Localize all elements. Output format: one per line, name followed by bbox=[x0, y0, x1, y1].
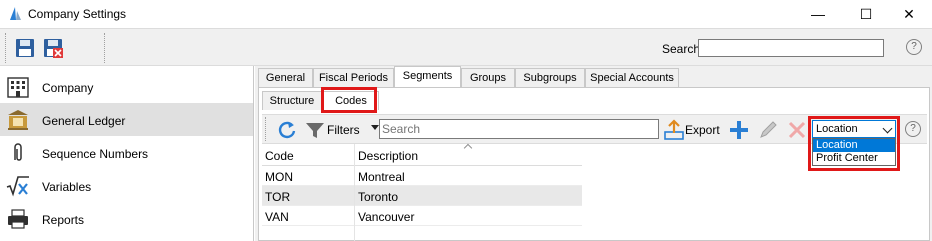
save-icon[interactable] bbox=[14, 37, 36, 59]
filters-dropdown-icon[interactable] bbox=[371, 125, 379, 130]
table-row[interactable]: TOR Toronto bbox=[262, 186, 582, 206]
sidebar-item-label: Variables bbox=[42, 180, 92, 194]
cell-code: VAN bbox=[265, 210, 289, 224]
toolbar-grip bbox=[5, 33, 7, 63]
cell-description: Toronto bbox=[358, 190, 399, 204]
grid-search-input[interactable] bbox=[379, 119, 659, 139]
table-row[interactable]: VAN Vancouver bbox=[262, 206, 582, 226]
content-area: General Fiscal Periods Segments Groups S… bbox=[255, 66, 932, 241]
toolbar-grip bbox=[265, 117, 267, 141]
add-icon[interactable] bbox=[728, 119, 750, 141]
tab-subgroups[interactable]: Subgroups bbox=[515, 68, 585, 88]
subtab-structure[interactable]: Structure bbox=[262, 91, 322, 110]
ledger-icon bbox=[8, 110, 28, 130]
tab-general[interactable]: General bbox=[258, 68, 313, 88]
codes-grid: Code Description MON Montreal TOR Toront… bbox=[262, 143, 582, 241]
sidebar: Company General Ledger Sequence Numbers … bbox=[0, 66, 254, 241]
save-close-icon[interactable] bbox=[42, 37, 64, 59]
grid-header: Code Description bbox=[262, 143, 582, 166]
codes-highlight-box bbox=[321, 87, 377, 113]
filters-label[interactable]: Filters bbox=[327, 123, 360, 137]
filter-icon[interactable] bbox=[304, 119, 326, 141]
window-title: Company Settings bbox=[28, 7, 127, 21]
edit-icon[interactable] bbox=[757, 119, 779, 141]
refresh-icon[interactable] bbox=[276, 119, 298, 141]
main-toolbar: Search ? bbox=[0, 28, 932, 66]
app-logo-icon bbox=[10, 7, 21, 20]
cell-code: TOR bbox=[265, 190, 291, 204]
sidebar-item-company[interactable]: Company bbox=[0, 70, 253, 103]
sqrt-x-icon bbox=[6, 176, 29, 197]
export-icon[interactable] bbox=[663, 119, 685, 141]
help-icon[interactable]: ? bbox=[906, 39, 922, 55]
paperclip-icon bbox=[14, 143, 22, 161]
sidebar-item-general-ledger[interactable]: General Ledger bbox=[0, 103, 253, 136]
segments-panel: Structure Codes Filters Export bbox=[258, 87, 930, 241]
select-highlight-box bbox=[808, 116, 900, 171]
printer-icon bbox=[8, 209, 28, 229]
sidebar-item-label: General Ledger bbox=[42, 114, 126, 128]
tab-fiscal-periods[interactable]: Fiscal Periods bbox=[313, 68, 394, 88]
close-button[interactable]: ✕ bbox=[886, 0, 932, 28]
tab-special-accounts[interactable]: Special Accounts bbox=[585, 68, 679, 88]
tab-groups[interactable]: Groups bbox=[461, 68, 515, 88]
maximize-button[interactable]: ☐ bbox=[843, 0, 889, 28]
sidebar-item-sequence-numbers[interactable]: Sequence Numbers bbox=[0, 136, 253, 169]
sidebar-item-label: Company bbox=[42, 81, 94, 95]
sidebar-item-label: Sequence Numbers bbox=[42, 147, 149, 161]
minimize-button[interactable]: — bbox=[795, 0, 841, 28]
cell-code: MON bbox=[265, 170, 293, 184]
title-bar: Company Settings — ☐ ✕ bbox=[0, 0, 932, 28]
search-label: Search bbox=[662, 42, 701, 56]
cell-description: Vancouver bbox=[358, 210, 415, 224]
cell-description: Montreal bbox=[358, 170, 405, 184]
export-label[interactable]: Export bbox=[685, 123, 720, 137]
column-divider bbox=[354, 144, 355, 241]
building-icon bbox=[7, 77, 29, 98]
search-input[interactable] bbox=[698, 39, 884, 57]
tab-segments[interactable]: Segments bbox=[394, 66, 461, 88]
sidebar-item-label: Reports bbox=[42, 213, 85, 227]
sidebar-item-variables[interactable]: Variables bbox=[0, 169, 253, 202]
sort-ascending-icon bbox=[463, 143, 473, 153]
sidebar-item-reports[interactable]: Reports bbox=[0, 202, 253, 235]
table-row[interactable]: MON Montreal bbox=[262, 166, 582, 186]
help-icon[interactable]: ? bbox=[905, 121, 921, 137]
column-header-code[interactable]: Code bbox=[265, 149, 294, 163]
grid-toolbar: Filters Export Location Location bbox=[262, 114, 927, 171]
toolbar-grip bbox=[104, 33, 106, 63]
delete-icon[interactable] bbox=[786, 119, 808, 141]
column-header-description[interactable]: Description bbox=[358, 149, 418, 163]
